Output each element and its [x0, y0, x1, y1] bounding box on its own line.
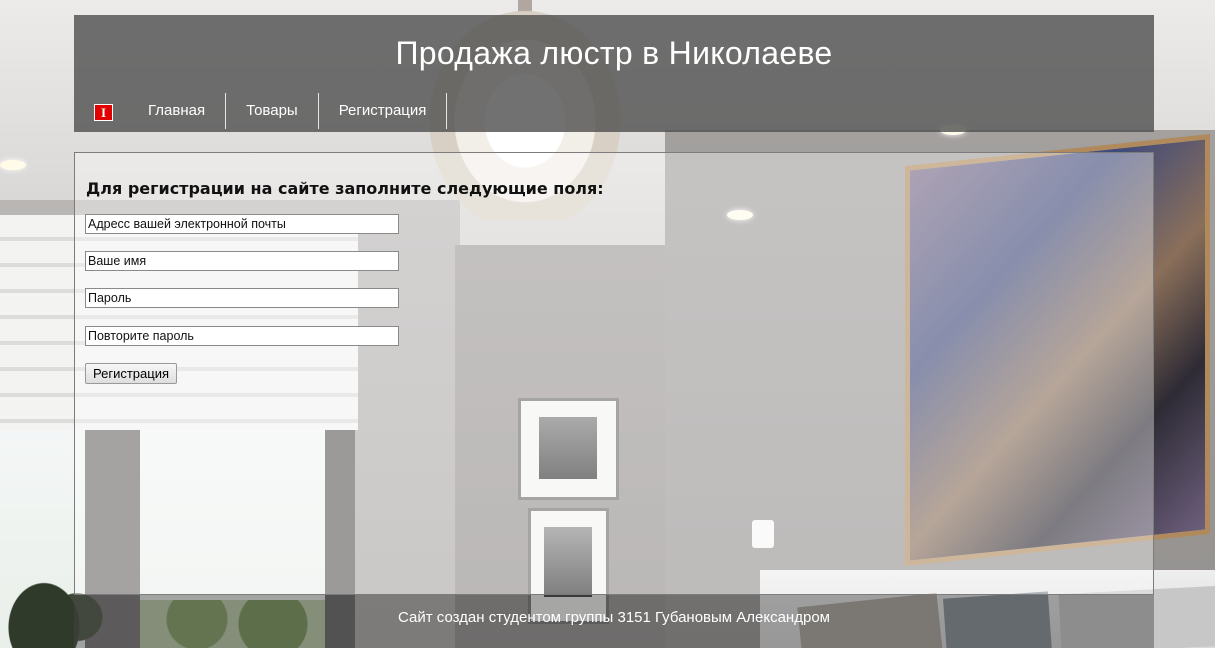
main-nav: I Главная Товары Регистрация — [94, 93, 448, 129]
nav-item-registration[interactable]: Регистрация — [319, 93, 447, 129]
site-footer: Сайт создан студентом группы 3151 Губано… — [74, 595, 1154, 648]
site-header: Продажа люстр в Николаеве I Главная Това… — [74, 15, 1154, 132]
ceiling-spotlight — [0, 160, 26, 170]
footer-credits: Сайт создан студентом группы 3151 Губано… — [398, 609, 830, 626]
password-repeat-field[interactable] — [85, 326, 399, 346]
nav-item-products[interactable]: Товары — [226, 93, 318, 129]
name-field[interactable] — [85, 251, 399, 271]
register-button[interactable]: Регистрация — [85, 363, 177, 384]
form-heading: Для регистрации на сайте заполните следу… — [86, 179, 604, 198]
nav-item-home[interactable]: Главная — [113, 93, 225, 129]
registration-panel: Для регистрации на сайте заполните следу… — [74, 152, 1154, 595]
nav-divider — [446, 93, 448, 129]
site-title: Продажа люстр в Николаеве — [395, 35, 833, 71]
password-field[interactable] — [85, 288, 399, 308]
site-logo-icon[interactable]: I — [94, 104, 113, 121]
email-field[interactable] — [85, 214, 399, 234]
